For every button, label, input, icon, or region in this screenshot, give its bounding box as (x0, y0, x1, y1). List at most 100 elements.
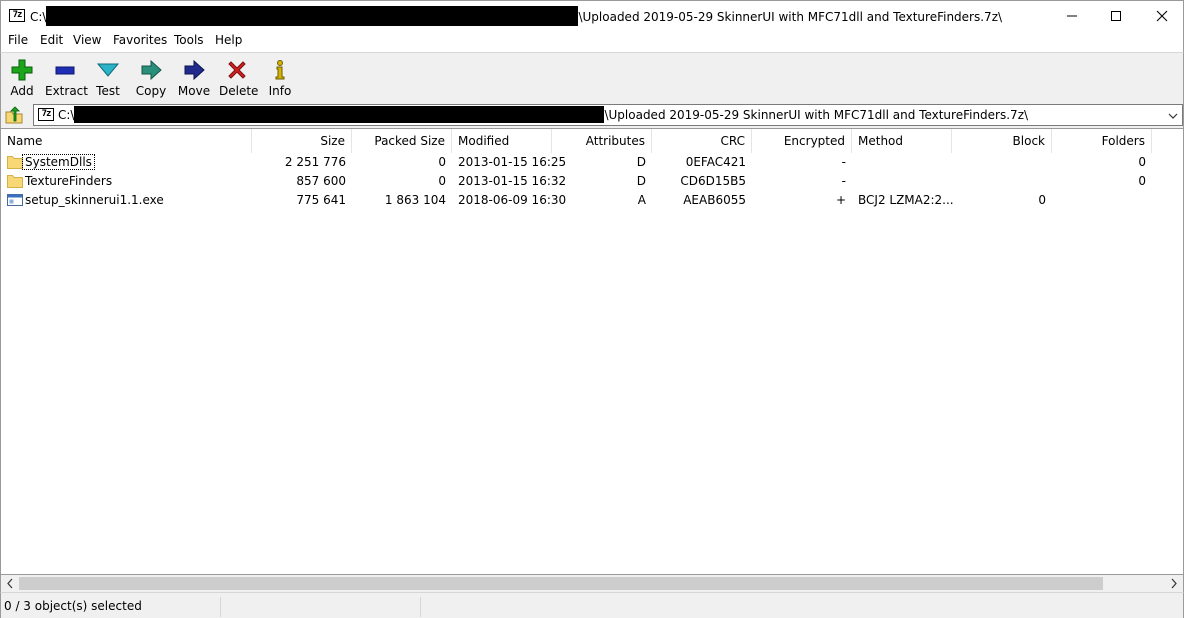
minimize-button[interactable] (1049, 1, 1095, 31)
move-label: Move (177, 84, 211, 98)
item-size: 2 251 776 (284, 155, 346, 169)
item-folders: 0 (1138, 174, 1146, 188)
scroll-left-button[interactable] (3, 577, 17, 590)
item-attributes: D (636, 155, 646, 169)
move-button[interactable]: Move (177, 55, 211, 101)
archive-icon: 7z (38, 108, 54, 121)
redacted-block (74, 106, 605, 123)
menu-view[interactable]: View (73, 33, 101, 47)
address-dropdown-button[interactable] (1166, 109, 1180, 123)
menu-bar: File Edit View Favorites Tools Help (0, 31, 1184, 52)
maximize-icon (1111, 11, 1121, 21)
window-title: C:\ \Uploaded 2019-05-29 SkinnerUI with M… (30, 6, 1003, 26)
test-icon (96, 63, 120, 77)
item-crc: AEAB6055 (683, 193, 746, 207)
item-name: setup_skinnerui1.1.exe (25, 193, 164, 207)
close-button[interactable] (1139, 1, 1184, 31)
address-prefix: C:\ (58, 108, 75, 122)
status-panel-2 (221, 597, 421, 617)
chevron-left-icon (7, 578, 13, 589)
column-header-modified[interactable]: Modified (452, 129, 552, 153)
column-header-row: Name Size Packed Size Modified Attribute… (1, 129, 1183, 153)
test-label: Test (96, 84, 120, 98)
minimize-icon (1067, 15, 1077, 17)
item-method: BCJ2 LZMA2:2... (858, 193, 954, 207)
chevron-down-icon (1168, 113, 1178, 119)
item-folders: 0 (1138, 155, 1146, 169)
item-crc: 0EFAC421 (685, 155, 746, 169)
add-button[interactable]: Add (7, 55, 37, 101)
scroll-right-button[interactable] (1167, 577, 1181, 590)
item-encrypted: - (841, 155, 846, 169)
maximize-button[interactable] (1093, 1, 1139, 31)
delete-button[interactable]: Delete (219, 55, 259, 101)
menu-help[interactable]: Help (215, 33, 242, 47)
item-packed-size: 0 (438, 155, 446, 169)
item-block: 0 (1038, 193, 1046, 207)
chevron-right-icon (1171, 578, 1177, 589)
horizontal-scrollbar[interactable] (0, 575, 1184, 592)
file-list: Name Size Packed Size Modified Attribute… (0, 128, 1184, 575)
column-header-name[interactable]: Name (1, 129, 252, 153)
address-path: C:\ \Uploaded 2019-05-29 SkinnerUI with M… (58, 106, 1029, 123)
menu-favorites[interactable]: Favorites (113, 33, 167, 47)
address-input[interactable]: 7z C:\ \Uploaded 2019-05-29 SkinnerUI wit… (33, 104, 1183, 126)
app-icon: 7z (9, 9, 25, 22)
toolbar: Add Extract Test Copy Move Delete Info (0, 52, 1184, 102)
list-item[interactable]: TextureFinders 857 600 0 2013-01-15 16:3… (1, 172, 1183, 191)
list-item[interactable]: SystemDlls 2 251 776 0 2013-01-15 16:25 … (1, 153, 1183, 172)
status-selection: 0 / 3 object(s) selected (1, 597, 221, 617)
column-header-folders[interactable]: Folders (1052, 129, 1152, 153)
item-attributes: D (636, 174, 646, 188)
item-modified: 2013-01-15 16:32 (458, 174, 567, 188)
item-modified: 2018-06-09 16:30 (458, 193, 567, 207)
item-encrypted: + (835, 193, 846, 207)
redacted-block (46, 6, 579, 26)
column-header-method[interactable]: Method (852, 129, 952, 153)
copy-button[interactable]: Copy (135, 55, 167, 101)
extract-button[interactable]: Extract (45, 55, 88, 101)
test-button[interactable]: Test (94, 55, 122, 101)
column-header-size[interactable]: Size (252, 129, 352, 153)
list-item[interactable]: setup_skinnerui1.1.exe 775 641 1 863 104… (1, 191, 1183, 210)
move-icon (184, 59, 205, 81)
item-attributes: A (637, 193, 646, 207)
item-size: 857 600 (296, 174, 346, 188)
column-header-encrypted[interactable]: Encrypted (752, 129, 852, 153)
status-bar: 0 / 3 object(s) selected (0, 592, 1184, 618)
parent-folder-button[interactable] (5, 106, 23, 124)
delete-icon (228, 61, 246, 79)
item-packed-size: 1 863 104 (384, 193, 446, 207)
add-icon (11, 59, 33, 81)
info-button[interactable]: Info (267, 55, 293, 101)
address-suffix: \Uploaded 2019-05-29 SkinnerUI with MFC7… (604, 108, 1029, 122)
item-name: TextureFinders (25, 174, 113, 188)
close-icon (1156, 10, 1168, 22)
item-modified: 2013-01-15 16:25 (458, 155, 567, 169)
status-panel-3 (421, 597, 621, 617)
info-icon (275, 60, 285, 80)
item-name: SystemDlls (22, 154, 95, 170)
menu-tools[interactable]: Tools (174, 33, 204, 47)
column-header-crc[interactable]: CRC (652, 129, 752, 153)
extract-icon (55, 66, 75, 75)
address-bar: 7z C:\ \Uploaded 2019-05-29 SkinnerUI wit… (0, 102, 1184, 128)
extract-label: Extract (45, 84, 88, 98)
info-label: Info (268, 84, 292, 98)
item-size: 775 641 (296, 193, 346, 207)
column-header-attributes[interactable]: Attributes (552, 129, 652, 153)
title-suffix: \Uploaded 2019-05-29 SkinnerUI with MFC7… (578, 10, 1003, 24)
folder-icon (7, 156, 23, 169)
menu-file[interactable]: File (8, 33, 28, 47)
item-crc: CD6D15B5 (680, 174, 746, 188)
column-header-packed-size[interactable]: Packed Size (352, 129, 452, 153)
delete-label: Delete (219, 84, 259, 98)
title-bar: 7z C:\ \Uploaded 2019-05-29 SkinnerUI wit… (0, 0, 1184, 31)
item-packed-size: 0 (438, 174, 446, 188)
add-label: Add (10, 84, 34, 98)
scrollbar-thumb[interactable] (19, 577, 1103, 590)
menu-edit[interactable]: Edit (40, 33, 63, 47)
title-prefix: C:\ (30, 10, 47, 24)
copy-label: Copy (135, 84, 167, 98)
column-header-block[interactable]: Block (952, 129, 1052, 153)
